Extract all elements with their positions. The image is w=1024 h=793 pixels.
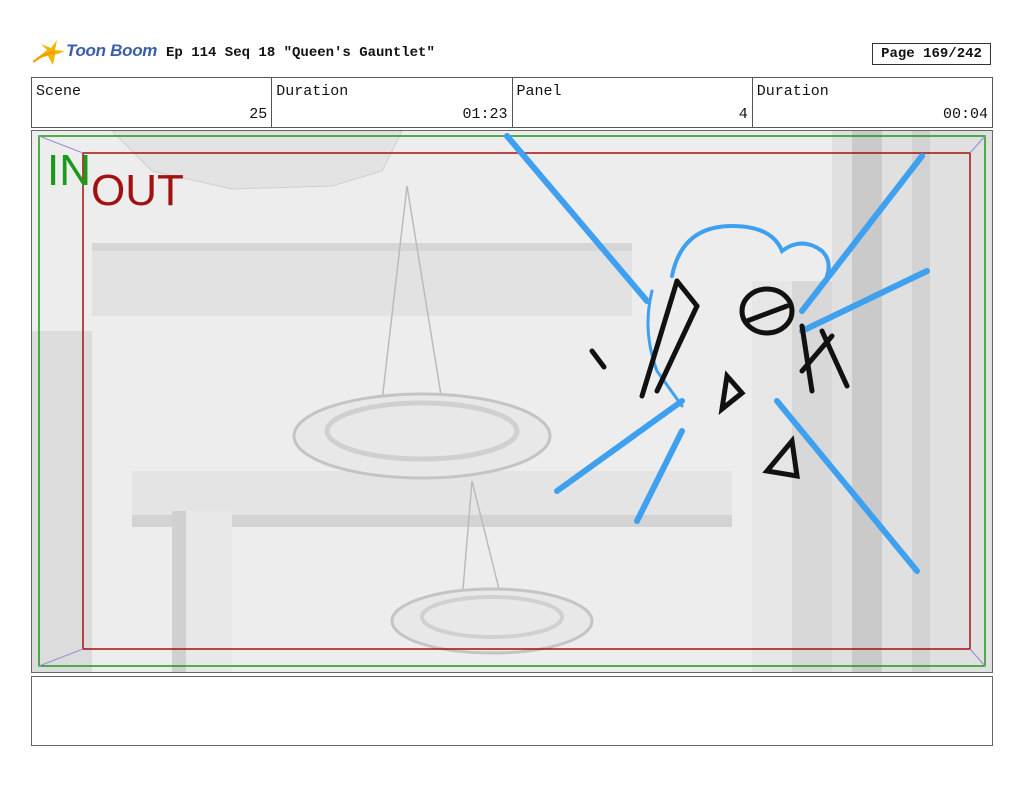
panel-notes[interactable]: [31, 676, 993, 746]
panel-cell: Panel 4: [513, 78, 753, 127]
panel-value: 4: [738, 106, 748, 123]
brand-name: Toon Boom: [66, 41, 158, 60]
scene-label: Scene: [36, 83, 82, 100]
panel-info-table: Scene 25 Duration 01:23 Panel 4 Duration…: [31, 77, 993, 128]
scene-duration-value: 01:23: [462, 106, 508, 123]
scene-duration-label: Duration: [276, 83, 349, 100]
panel-label: Panel: [516, 83, 562, 100]
panel-duration-value: 00:04: [942, 106, 988, 123]
panel-duration-label: Duration: [756, 83, 829, 100]
out-label: OUT: [91, 166, 184, 215]
right-wall-shade-2: [912, 131, 930, 672]
scene-duration-cell: Duration 01:23: [272, 78, 513, 127]
star-burst-icon: [32, 40, 65, 65]
in-label: IN: [47, 146, 91, 195]
left-column-shade: [172, 511, 186, 672]
ceiling-beam: [92, 246, 632, 316]
panel-duration-cell: Duration 00:04: [753, 78, 992, 127]
ceiling-beam-edge: [92, 243, 632, 251]
scene-value: 25: [249, 106, 268, 123]
page-indicator: Page 169/242: [872, 43, 991, 65]
storyboard-panel: IN OUT: [31, 130, 993, 673]
episode-title: Ep 114 Seq 18 "Queen's Gauntlet": [166, 45, 435, 61]
scene-cell: Scene 25: [32, 78, 273, 127]
